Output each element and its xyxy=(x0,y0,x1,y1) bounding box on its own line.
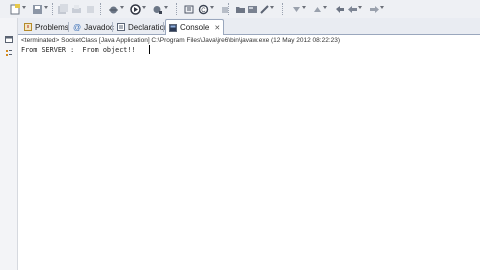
forward-icon[interactable] xyxy=(368,3,380,15)
save-icon[interactable] xyxy=(31,3,43,15)
new-java-project-icon[interactable] xyxy=(183,3,195,15)
text-cursor xyxy=(149,45,150,54)
undo-icon[interactable] xyxy=(84,3,96,15)
debug-icon[interactable] xyxy=(107,3,119,15)
back-dropdown-icon[interactable] xyxy=(358,6,362,9)
back-icon[interactable] xyxy=(346,3,358,15)
console-view[interactable]: <terminated> SocketClass [Java Applicati… xyxy=(18,35,480,270)
tab-console[interactable]: Console ✕ xyxy=(165,19,225,35)
run-dropdown-icon[interactable] xyxy=(142,6,146,9)
search-icon[interactable] xyxy=(246,3,258,15)
new-class-dropdown-icon[interactable] xyxy=(210,6,214,9)
javadoc-icon: @ xyxy=(73,22,82,32)
tab-label: Javadoc xyxy=(84,22,114,32)
run-icon[interactable] xyxy=(129,3,141,15)
tab-label: Console xyxy=(180,23,210,32)
close-icon[interactable]: ✕ xyxy=(214,24,220,32)
save-all-icon[interactable] xyxy=(56,3,68,15)
toolbar-separator xyxy=(282,3,285,15)
tab-label: Problems xyxy=(35,22,69,32)
console-status-line: <terminated> SocketClass [Java Applicati… xyxy=(21,37,341,44)
pen-dropdown-icon[interactable] xyxy=(270,6,274,9)
next-annotation-icon[interactable] xyxy=(290,3,302,15)
svg-text:C: C xyxy=(201,8,206,14)
last-edit-icon[interactable] xyxy=(333,3,345,15)
tab-javadoc[interactable]: @ Javadoc xyxy=(70,20,117,34)
external-tools-dropdown-icon[interactable] xyxy=(164,6,168,9)
console-output: From SERVER : From object!! xyxy=(21,46,136,54)
restore-icon[interactable] xyxy=(5,30,13,43)
tab-divider xyxy=(112,22,113,32)
debug-dropdown-icon[interactable] xyxy=(120,6,124,9)
side-trim-bar xyxy=(0,18,18,270)
previous-annotation-icon[interactable] xyxy=(311,3,323,15)
declaration-icon xyxy=(117,23,125,31)
new-icon[interactable] xyxy=(9,3,21,15)
tab-divider xyxy=(163,22,164,32)
views-tab-bar: Problems @ Javadoc Declaration Console ✕ xyxy=(18,18,480,35)
console-icon xyxy=(169,23,177,32)
forward-dropdown-icon[interactable] xyxy=(380,6,384,9)
toolbar-separator xyxy=(52,3,55,15)
pen-icon[interactable] xyxy=(258,3,270,15)
open-folder-icon[interactable] xyxy=(234,3,246,15)
toolbar-separator xyxy=(228,3,231,15)
tab-divider xyxy=(68,22,69,32)
new-dropdown-icon[interactable] xyxy=(22,6,26,9)
external-tools-icon[interactable] xyxy=(151,3,163,15)
outline-icon[interactable] xyxy=(5,44,13,56)
next-annotation-dropdown-icon[interactable] xyxy=(302,6,306,9)
new-class-icon[interactable]: C xyxy=(197,3,209,15)
previous-annotation-dropdown-icon[interactable] xyxy=(323,6,327,9)
main-toolbar: C xyxy=(0,0,480,18)
toolbar-separator xyxy=(100,3,103,15)
tab-problems[interactable]: Problems xyxy=(21,20,72,34)
toolbar-separator xyxy=(176,3,179,15)
save-dropdown-icon[interactable] xyxy=(44,6,48,9)
print-icon[interactable] xyxy=(70,3,82,15)
problems-icon xyxy=(24,23,32,31)
